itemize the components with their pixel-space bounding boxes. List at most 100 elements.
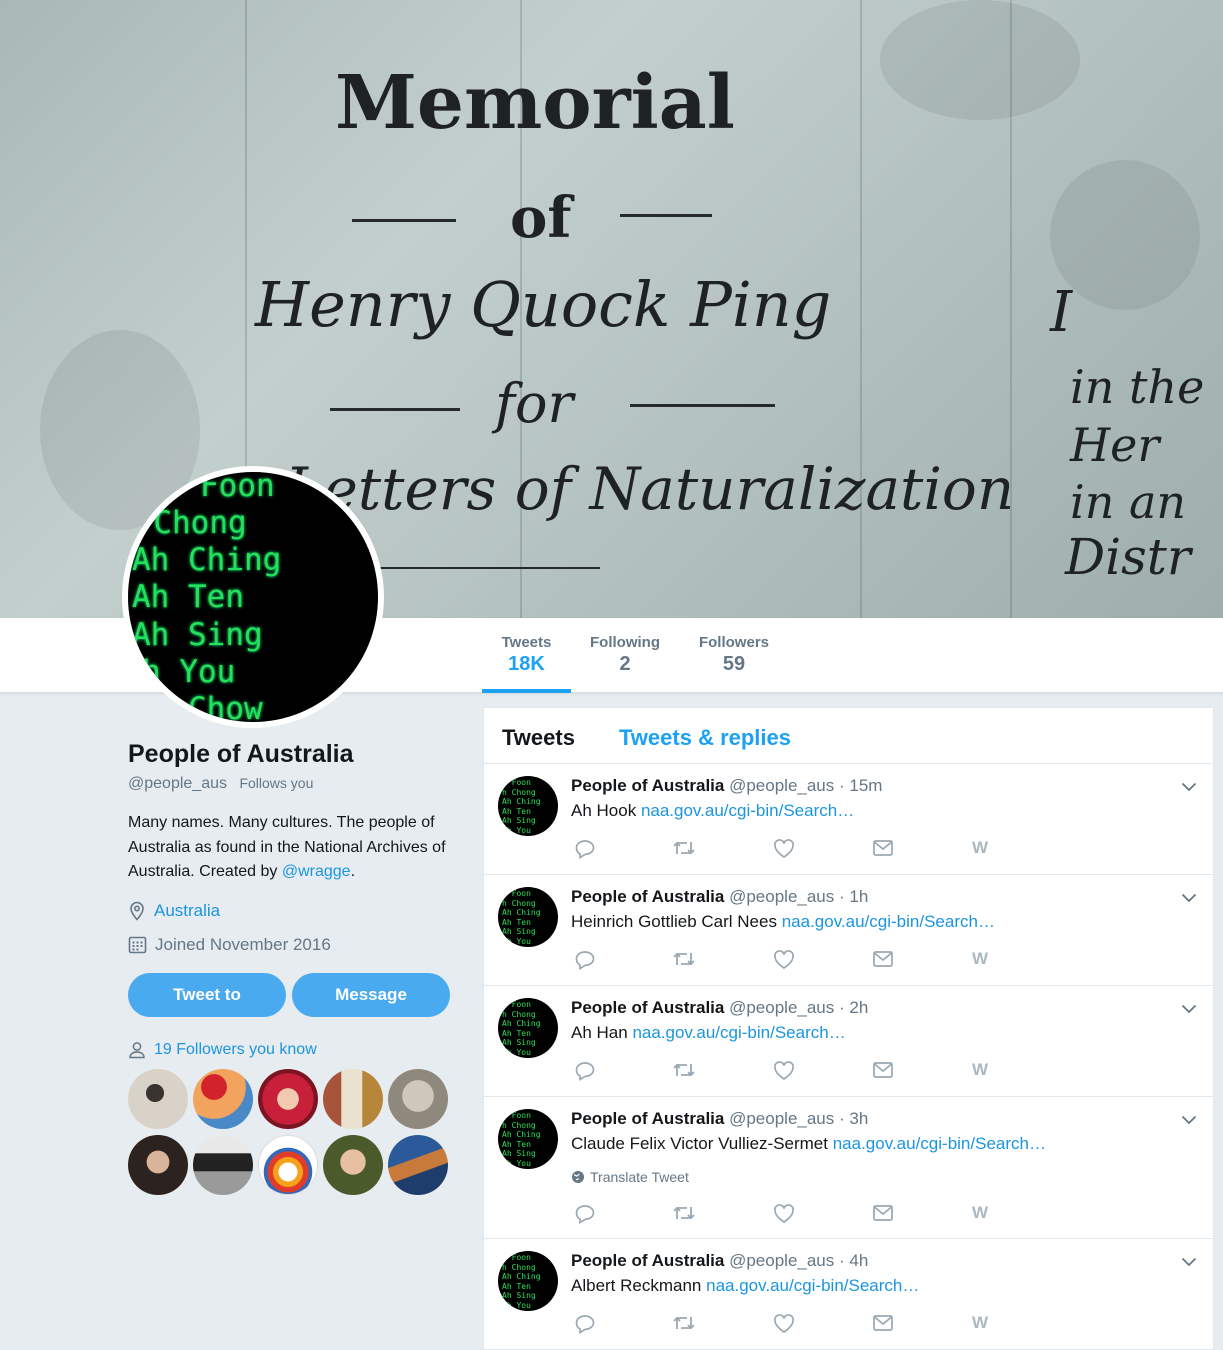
follower-avatar[interactable] [323, 1134, 383, 1195]
follower-avatar[interactable] [258, 1134, 318, 1195]
tab-tweets-replies[interactable]: Tweets & replies [619, 725, 791, 751]
tweet-author-name[interactable]: People of Australia [571, 776, 724, 795]
tweet-link[interactable]: naa.gov.au/cgi-bin/Search… [833, 1134, 1046, 1153]
tweet-author-handle[interactable]: @people_aus [729, 776, 834, 795]
follower-avatar[interactable] [323, 1068, 383, 1129]
profile-name[interactable]: People of Australia [128, 740, 458, 769]
direct-message-button[interactable] [872, 950, 894, 973]
retweet-button[interactable] [672, 839, 696, 862]
avatar-text-6: h You [142, 654, 236, 690]
followers-you-know-link[interactable]: 19 Followers you know [154, 1041, 317, 1059]
reply-button[interactable] [574, 1204, 596, 1229]
reply-button[interactable] [574, 839, 596, 864]
tweet-header: People of Australia @people_aus · 2h [571, 998, 868, 1018]
translate-tweet[interactable]: Translate Tweet [571, 1169, 689, 1185]
tweet[interactable]: Foon h Chong Ah Ching Ah Ten Ah Sing h Y… [484, 875, 1213, 986]
tweet-timestamp[interactable]: · 1h [839, 887, 868, 906]
chevron-down-icon[interactable] [1181, 1004, 1197, 1014]
follower-avatar[interactable] [388, 1134, 448, 1195]
tweet-link[interactable]: naa.gov.au/cgi-bin/Search… [782, 912, 995, 931]
tweet-avatar[interactable]: Foon h Chong Ah Ching Ah Ten Ah Sing h Y… [498, 887, 558, 947]
profile-avatar[interactable]: Foon h Chong Ah Ching Ah Ten Ah Sing h Y… [122, 466, 384, 728]
bio-link-wragge[interactable]: @wragge [282, 863, 351, 880]
follower-avatar[interactable] [193, 1134, 253, 1195]
retweet-button[interactable] [672, 950, 696, 973]
tweet[interactable]: Foon h Chong Ah Ching Ah Ten Ah Sing h Y… [484, 1097, 1213, 1239]
reply-button[interactable] [574, 1061, 596, 1086]
stat-followers[interactable]: Followers 59 [693, 634, 775, 676]
reply-icon [575, 1205, 595, 1225]
stat-followers-label: Followers [698, 634, 769, 651]
like-button[interactable] [773, 1204, 795, 1229]
stat-following-value: 2 [619, 653, 631, 675]
follower-avatar[interactable] [193, 1068, 253, 1129]
w-action-button[interactable]: W [972, 949, 988, 969]
tab-tweets[interactable]: Tweets [502, 725, 575, 751]
tweet-author-handle[interactable]: @people_aus [729, 1251, 834, 1270]
profile-handle[interactable]: @people_aus [128, 775, 227, 792]
follower-avatar[interactable] [128, 1134, 188, 1195]
chevron-down-icon[interactable] [1181, 893, 1197, 903]
reply-button[interactable] [574, 1314, 596, 1339]
like-button[interactable] [773, 1314, 795, 1339]
direct-message-button[interactable] [872, 839, 894, 862]
tweet-to-button[interactable]: Tweet to [128, 972, 286, 1017]
w-action-button[interactable]: W [972, 1313, 988, 1333]
w-action-button[interactable]: W [972, 1060, 988, 1080]
tweet-author-handle[interactable]: @people_aus [729, 887, 834, 906]
tweet-link[interactable]: naa.gov.au/cgi-bin/Search… [706, 1276, 919, 1295]
tweet-avatar[interactable]: Foon h Chong Ah Ching Ah Ten Ah Sing h Y… [498, 1251, 558, 1311]
follower-avatar[interactable] [258, 1068, 318, 1129]
followers-you-know: 19 Followers you know [128, 1041, 458, 1059]
retweet-button[interactable] [672, 1061, 696, 1084]
like-button[interactable] [773, 839, 795, 864]
w-action-button[interactable]: W [972, 838, 988, 858]
like-button[interactable] [773, 1061, 795, 1086]
like-button[interactable] [773, 950, 795, 975]
stat-following[interactable]: Following 2 [585, 634, 665, 676]
retweet-button[interactable] [672, 1204, 696, 1227]
tweet-timestamp[interactable]: · 2h [839, 998, 868, 1017]
tweet-header: People of Australia @people_aus · 1h [571, 887, 868, 907]
tweet[interactable]: Foon h Chong Ah Ching Ah Ten Ah Sing h Y… [484, 986, 1213, 1097]
w-action-button[interactable]: W [972, 1203, 988, 1223]
tweet-timestamp[interactable]: · 15m [839, 776, 882, 795]
retweet-icon [673, 841, 695, 855]
tweet-avatar[interactable]: Foon h Chong Ah Ching Ah Ten Ah Sing h Y… [498, 776, 558, 836]
follower-avatar[interactable] [128, 1068, 188, 1129]
tweet-link[interactable]: naa.gov.au/cgi-bin/Search… [641, 801, 854, 820]
reply-button[interactable] [574, 950, 596, 975]
tweet-avatar[interactable]: Foon h Chong Ah Ching Ah Ten Ah Sing h Y… [498, 998, 558, 1058]
tweet-author-handle[interactable]: @people_aus [729, 1109, 834, 1128]
avatar-text-5: Ah Sing [132, 617, 263, 653]
chevron-down-icon[interactable] [1181, 1257, 1197, 1267]
chevron-down-icon[interactable] [1181, 1115, 1197, 1125]
tweet[interactable]: Foon h Chong Ah Ching Ah Ten Ah Sing h Y… [484, 764, 1213, 875]
tweet-author-name[interactable]: People of Australia [571, 1109, 724, 1128]
tweet-author-handle[interactable]: @people_aus [729, 998, 834, 1017]
reply-icon [575, 951, 595, 971]
message-button[interactable]: Message [292, 972, 450, 1017]
retweet-button[interactable] [672, 1314, 696, 1337]
location-link[interactable]: Australia [154, 901, 220, 921]
direct-message-button[interactable] [872, 1204, 894, 1227]
direct-message-button[interactable] [872, 1314, 894, 1337]
heart-icon [774, 839, 794, 858]
tweet-author-name[interactable]: People of Australia [571, 998, 724, 1017]
calendar-icon [128, 936, 147, 954]
follower-avatar[interactable] [388, 1068, 448, 1129]
tweet-timestamp[interactable]: · 4h [839, 1251, 868, 1270]
profile-card: People of Australia @people_aus Follows … [128, 740, 458, 1195]
tweet-link[interactable]: naa.gov.au/cgi-bin/Search… [632, 1023, 845, 1042]
banner-side-1: I [1050, 280, 1073, 345]
tweet-timestamp[interactable]: · 3h [839, 1109, 868, 1128]
stat-tweets[interactable]: Tweets 18K [482, 634, 571, 676]
chevron-down-icon[interactable] [1181, 782, 1197, 792]
tweet-author-name[interactable]: People of Australia [571, 1251, 724, 1270]
tweet[interactable]: Foon h Chong Ah Ching Ah Ten Ah Sing h Y… [484, 1239, 1213, 1350]
tweet-text: Heinrich Gottlieb Carl Nees naa.gov.au/c… [571, 912, 995, 932]
tweet-avatar[interactable]: Foon h Chong Ah Ching Ah Ten Ah Sing h Y… [498, 1109, 558, 1169]
tweet-author-name[interactable]: People of Australia [571, 887, 724, 906]
tweet-avatar-text: Foon h Chong Ah Ching Ah Ten Ah Sing h Y… [502, 1253, 541, 1311]
direct-message-button[interactable] [872, 1061, 894, 1084]
